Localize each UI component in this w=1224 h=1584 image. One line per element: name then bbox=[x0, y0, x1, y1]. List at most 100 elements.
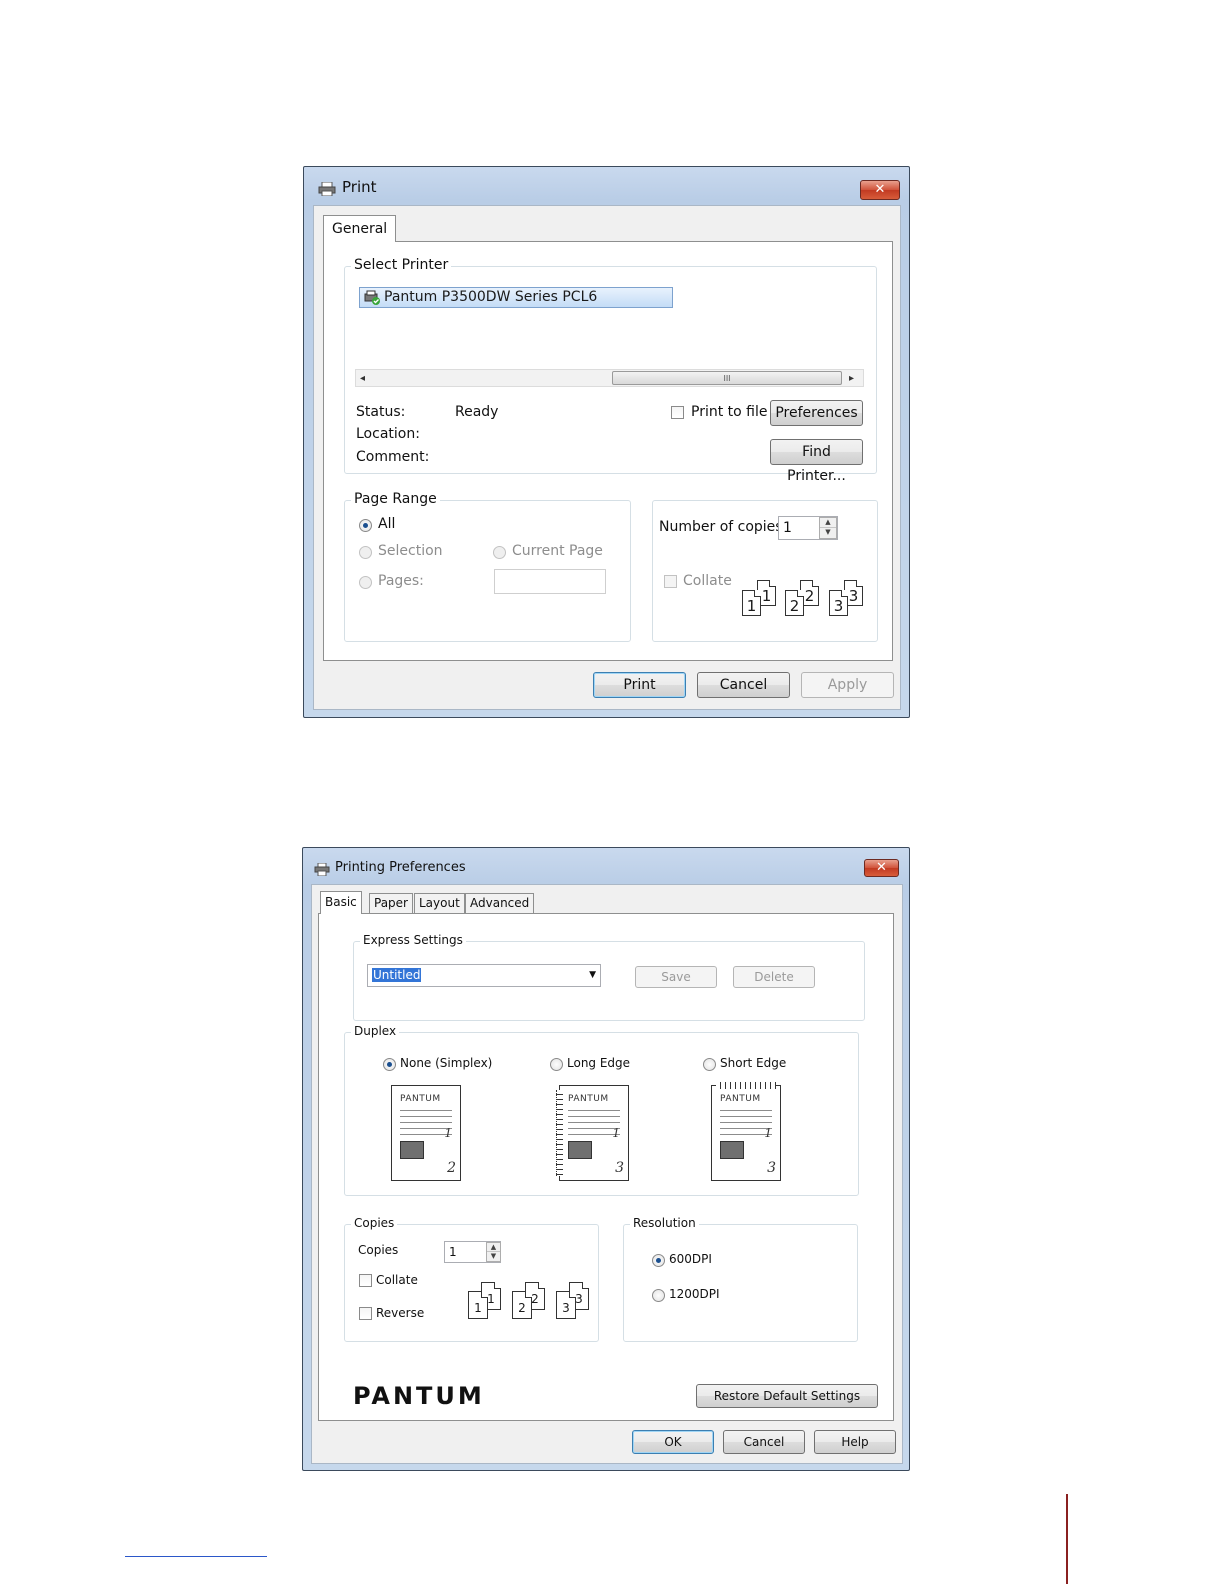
collate-page-icon: 3 bbox=[829, 590, 848, 616]
general-panel: Select Printer Pantum P3500DW Series PCL… bbox=[323, 241, 893, 661]
duplex-short-illustration: PANTUM 1 3 bbox=[711, 1082, 781, 1181]
spin-down-icon[interactable]: ▼ bbox=[820, 528, 836, 538]
spin-up-icon[interactable]: ▲ bbox=[487, 1243, 500, 1252]
duplex-label: Duplex bbox=[351, 1024, 400, 1038]
find-printer-button[interactable]: Find Printer... bbox=[770, 439, 863, 484]
duplex-short-label: Short Edge bbox=[720, 1056, 787, 1070]
scroll-grip: III bbox=[723, 374, 731, 383]
express-settings-value: Untitled bbox=[372, 968, 422, 982]
tab-layout[interactable]: Layout bbox=[414, 893, 465, 913]
collate-page-number: 3 bbox=[575, 1292, 583, 1306]
collate-page-number: 3 bbox=[848, 587, 859, 605]
print-label: Print bbox=[623, 677, 656, 693]
collate-page-number: 1 bbox=[474, 1301, 482, 1315]
preferences-button[interactable]: Preferences bbox=[770, 400, 863, 426]
photo-icon bbox=[400, 1141, 424, 1159]
chevron-down-icon[interactable]: ▼ bbox=[589, 965, 596, 986]
cancel-button[interactable]: Cancel bbox=[697, 672, 790, 698]
duplex-group: Duplex None (Simplex) Long Edge Short Ed… bbox=[344, 1024, 859, 1196]
printer-name: Pantum P3500DW Series PCL6 bbox=[384, 289, 598, 305]
collate-label: Collate bbox=[683, 573, 732, 589]
express-settings-select[interactable]: Untitled ▼ bbox=[367, 964, 601, 987]
cancel-label: Cancel bbox=[743, 1435, 785, 1449]
close-button[interactable]: ✕ bbox=[864, 859, 899, 877]
range-current-radio[interactable] bbox=[493, 546, 506, 559]
reverse-label: Reverse bbox=[376, 1306, 425, 1320]
resolution-1200-radio[interactable] bbox=[652, 1289, 665, 1302]
collate-page-number: 2 bbox=[789, 597, 800, 615]
scroll-right-icon[interactable]: ▸ bbox=[849, 370, 854, 387]
page-range-group: Page Range All Selection Current Page Pa… bbox=[344, 491, 631, 642]
tab-label: General bbox=[332, 221, 388, 237]
duplex-long-radio[interactable] bbox=[550, 1058, 563, 1071]
duplex-short-radio[interactable] bbox=[703, 1058, 716, 1071]
range-current-label: Current Page bbox=[512, 543, 603, 559]
close-button[interactable]: ✕ bbox=[860, 180, 900, 200]
copies-group: Copies Copies 1 ▲ ▼ Collate Reverse 1 1 2… bbox=[344, 1216, 599, 1342]
collate-page-number: 2 bbox=[518, 1301, 526, 1315]
collate-label: Collate bbox=[376, 1273, 418, 1287]
prefs-titlebar: Printing Preferences ✕ bbox=[303, 848, 909, 884]
print-button[interactable]: Print bbox=[593, 672, 686, 698]
collate-checkbox[interactable] bbox=[664, 575, 677, 588]
tab-advanced[interactable]: Advanced bbox=[465, 893, 535, 913]
basic-panel: Express Settings Untitled ▼ Save Delete … bbox=[318, 913, 894, 1421]
print-titlebar: Print ✕ bbox=[304, 167, 909, 203]
spin-up-icon[interactable]: ▲ bbox=[820, 518, 836, 528]
close-icon: ✕ bbox=[876, 860, 887, 875]
delete-button[interactable]: Delete bbox=[733, 966, 815, 988]
collate-page-number: 3 bbox=[833, 597, 844, 615]
resolution-label: Resolution bbox=[630, 1216, 699, 1230]
comment-label: Comment: bbox=[356, 449, 430, 465]
resolution-600-label: 600DPI bbox=[669, 1252, 712, 1266]
photo-icon bbox=[720, 1141, 744, 1159]
window-title: Print bbox=[342, 178, 377, 196]
collate-checkbox[interactable] bbox=[359, 1274, 372, 1287]
location-label: Location: bbox=[356, 426, 420, 442]
help-label: Help bbox=[841, 1435, 869, 1449]
resolution-1200-label: 1200DPI bbox=[669, 1287, 720, 1301]
doc-page-number: 3 bbox=[615, 1160, 624, 1176]
doc-page-number: 1 bbox=[444, 1126, 452, 1140]
tab-paper[interactable]: Paper bbox=[369, 893, 413, 913]
scroll-left-icon[interactable]: ◂ bbox=[360, 370, 365, 387]
copies-group: Number of copies: 1 ▲ ▼ Collate 1 1 2 2 3… bbox=[652, 500, 878, 642]
pages-input[interactable] bbox=[494, 569, 606, 594]
print-to-file-checkbox[interactable] bbox=[671, 406, 684, 419]
save-label: Save bbox=[661, 970, 691, 984]
printer-list-scrollbar[interactable]: ◂ III ▸ bbox=[355, 369, 864, 387]
resolution-600-radio[interactable] bbox=[652, 1254, 665, 1267]
save-button[interactable]: Save bbox=[635, 966, 717, 988]
collate-page-number: 2 bbox=[531, 1292, 539, 1306]
cancel-button[interactable]: Cancel bbox=[723, 1430, 805, 1454]
copies-spinner[interactable]: ▲ ▼ bbox=[486, 1242, 501, 1262]
ok-button[interactable]: OK bbox=[632, 1430, 714, 1454]
range-all-radio[interactable] bbox=[359, 519, 372, 532]
tab-basic[interactable]: Basic bbox=[320, 891, 362, 914]
range-selection-radio[interactable] bbox=[359, 546, 372, 559]
reverse-checkbox[interactable] bbox=[359, 1307, 372, 1320]
number-of-copies-label: Number of copies: bbox=[659, 519, 788, 535]
printer-icon bbox=[314, 861, 330, 877]
select-printer-label: Select Printer bbox=[351, 257, 452, 273]
collate-page-icon: 1 bbox=[468, 1291, 488, 1319]
restore-defaults-button[interactable]: Restore Default Settings bbox=[696, 1384, 878, 1408]
help-button[interactable]: Help bbox=[814, 1430, 896, 1454]
copies-group-label: Copies bbox=[351, 1216, 398, 1230]
status-value: Ready bbox=[455, 404, 499, 420]
collate-page-number: 1 bbox=[761, 587, 772, 605]
spin-down-icon[interactable]: ▼ bbox=[487, 1252, 500, 1261]
tab-general[interactable]: General bbox=[323, 215, 397, 242]
doc-brand: PANTUM bbox=[720, 1094, 761, 1104]
printer-icon bbox=[318, 181, 336, 197]
copies-spinner[interactable]: ▲ ▼ bbox=[819, 517, 837, 539]
duplex-none-radio[interactable] bbox=[383, 1058, 396, 1071]
tab-label: Advanced bbox=[470, 896, 530, 910]
duplex-none-illustration: PANTUM 1 2 bbox=[391, 1085, 461, 1181]
printer-list-item[interactable]: Pantum P3500DW Series PCL6 bbox=[359, 287, 673, 308]
apply-button[interactable]: Apply bbox=[801, 672, 894, 698]
scroll-thumb[interactable]: III bbox=[612, 371, 842, 385]
collate-page-icon: 3 bbox=[556, 1291, 576, 1319]
doc-page-number: 2 bbox=[447, 1160, 456, 1176]
range-pages-radio[interactable] bbox=[359, 576, 372, 589]
